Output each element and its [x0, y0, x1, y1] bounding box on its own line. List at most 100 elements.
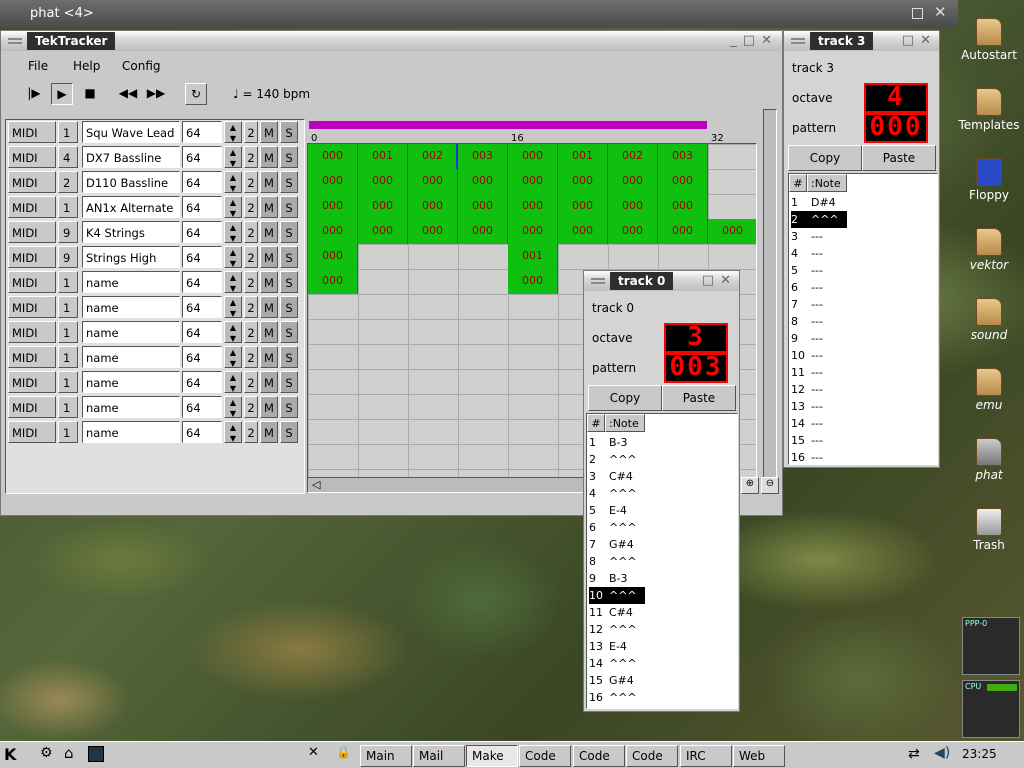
volume-spinner-icon[interactable]: ▲ ▼	[224, 171, 242, 193]
note-row[interactable]: 12 ---	[791, 381, 847, 398]
track-channel[interactable]: 1	[58, 121, 78, 143]
volume-spinner-icon[interactable]: ▲ ▼	[224, 396, 242, 418]
window-controls[interactable]: _□✕	[730, 33, 778, 48]
track-number[interactable]: 2	[244, 171, 258, 193]
track-volume-field[interactable]: 64	[182, 346, 222, 368]
track-channel[interactable]: 1	[58, 271, 78, 293]
pattern-block[interactable]: 001	[508, 244, 558, 269]
pattern-block[interactable]: 000	[308, 244, 358, 269]
note-row[interactable]: 3 C#4	[589, 468, 645, 485]
track-channel[interactable]: 1	[58, 346, 78, 368]
track-name-field[interactable]: name	[82, 296, 180, 318]
volume-spinner-icon[interactable]: ▲ ▼	[224, 371, 242, 393]
desktop-icon-emu[interactable]: emu	[957, 368, 1021, 412]
zoom-out-icon[interactable]: ⊖	[761, 477, 779, 494]
pattern-block[interactable]: 001	[358, 144, 408, 169]
track-channel[interactable]: 2	[58, 171, 78, 193]
note-row[interactable]: 6 ^^^	[589, 519, 645, 536]
mute-button[interactable]: M	[260, 146, 278, 168]
octave-display[interactable]: 4	[864, 83, 928, 113]
pattern-block[interactable]: 000	[408, 219, 458, 244]
track-name-field[interactable]: Squ Wave Lead	[82, 121, 180, 143]
note-row[interactable]: 14 ---	[791, 415, 847, 432]
copy-button[interactable]: Copy	[788, 145, 862, 171]
track-volume-field[interactable]: 64	[182, 396, 222, 418]
menu-file[interactable]: File	[28, 59, 48, 73]
volume-spinner-icon[interactable]: ▲ ▼	[224, 346, 242, 368]
note-row[interactable]: 5 ---	[791, 262, 847, 279]
track-channel[interactable]: 9	[58, 221, 78, 243]
track-number[interactable]: 2	[244, 246, 258, 268]
paste-button[interactable]: Paste	[862, 145, 936, 171]
track-number[interactable]: 2	[244, 396, 258, 418]
track-volume-field[interactable]: 64	[182, 221, 222, 243]
desktop-icon-phat[interactable]: phat	[957, 438, 1021, 482]
mute-button[interactable]: M	[260, 171, 278, 193]
track-name-field[interactable]: Strings High	[82, 246, 180, 268]
track-channel[interactable]: 1	[58, 371, 78, 393]
solo-button[interactable]: S	[280, 371, 298, 393]
top-window-bar[interactable]: phat <4> ✕	[0, 0, 958, 28]
menu-help[interactable]: Help	[73, 59, 100, 73]
track-volume-field[interactable]: 64	[182, 421, 222, 443]
pattern-block[interactable]: 000	[708, 219, 756, 244]
task-button-web[interactable]: Web	[733, 745, 785, 767]
track-number[interactable]: 2	[244, 196, 258, 218]
note-row[interactable]: 7 G#4	[589, 536, 645, 553]
task-button-code[interactable]: Code	[519, 745, 571, 767]
solo-button[interactable]: S	[280, 246, 298, 268]
pattern-block[interactable]: 002	[408, 144, 458, 169]
mute-button[interactable]: M	[260, 246, 278, 268]
track-name-field[interactable]: name	[82, 271, 180, 293]
desktop-icon-autostart[interactable]: Autostart	[957, 18, 1021, 62]
pattern-block[interactable]: 000	[658, 219, 708, 244]
track-volume-field[interactable]: 64	[182, 121, 222, 143]
track-name-field[interactable]: name	[82, 371, 180, 393]
vertical-scrollbar[interactable]	[763, 109, 777, 479]
pattern-block[interactable]: 000	[308, 219, 358, 244]
solo-button[interactable]: S	[280, 421, 298, 443]
track-name-field[interactable]: name	[82, 421, 180, 443]
pattern-block[interactable]: 000	[308, 144, 358, 169]
task-button-irc[interactable]: IRC	[680, 745, 732, 767]
column-num[interactable]: #	[789, 174, 807, 192]
note-row[interactable]: 13 E-4	[589, 638, 645, 655]
track-channel[interactable]: 1	[58, 196, 78, 218]
solo-button[interactable]: S	[280, 321, 298, 343]
mute-button[interactable]: M	[260, 196, 278, 218]
track-number[interactable]: 2	[244, 221, 258, 243]
track-number[interactable]: 2	[244, 421, 258, 443]
track-name-field[interactable]: AN1x Alternate	[82, 196, 180, 218]
solo-button[interactable]: S	[280, 121, 298, 143]
solo-button[interactable]: S	[280, 196, 298, 218]
track-number[interactable]: 2	[244, 121, 258, 143]
track-volume-field[interactable]: 64	[182, 171, 222, 193]
pattern-block[interactable]: 000	[358, 169, 408, 194]
note-row[interactable]: 14 ^^^	[589, 655, 645, 672]
pattern-block[interactable]: 000	[558, 194, 608, 219]
note-row[interactable]: 2 ^^^	[791, 211, 847, 228]
terminal-icon[interactable]	[88, 746, 104, 762]
track-channel[interactable]: 1	[58, 296, 78, 318]
pattern-block[interactable]: 003	[456, 144, 510, 171]
window-menu-icon[interactable]	[8, 38, 22, 44]
solo-button[interactable]: S	[280, 146, 298, 168]
track-name-field[interactable]: K4 Strings	[82, 221, 180, 243]
track-type[interactable]: MIDI	[8, 121, 56, 143]
volume-spinner-icon[interactable]: ▲ ▼	[224, 146, 242, 168]
pattern-block[interactable]: 000	[508, 169, 558, 194]
note-row[interactable]: 12 ^^^	[589, 621, 645, 638]
solo-button[interactable]: S	[280, 271, 298, 293]
track-type[interactable]: MIDI	[8, 421, 56, 443]
track0-titlebar[interactable]: track 0 □✕	[584, 271, 739, 291]
solo-button[interactable]: S	[280, 221, 298, 243]
pattern-block[interactable]: 000	[308, 169, 358, 194]
scroll-left-icon[interactable]: ◁	[312, 478, 320, 491]
desktop-icon-vektor[interactable]: vektor	[957, 228, 1021, 272]
pattern-block[interactable]: 000	[558, 169, 608, 194]
track-volume-field[interactable]: 64	[182, 321, 222, 343]
stop-icon[interactable]: ■	[79, 83, 101, 105]
pattern-block[interactable]: 000	[508, 219, 558, 244]
pattern-block[interactable]: 000	[458, 219, 508, 244]
note-row[interactable]: 8 ---	[791, 313, 847, 330]
